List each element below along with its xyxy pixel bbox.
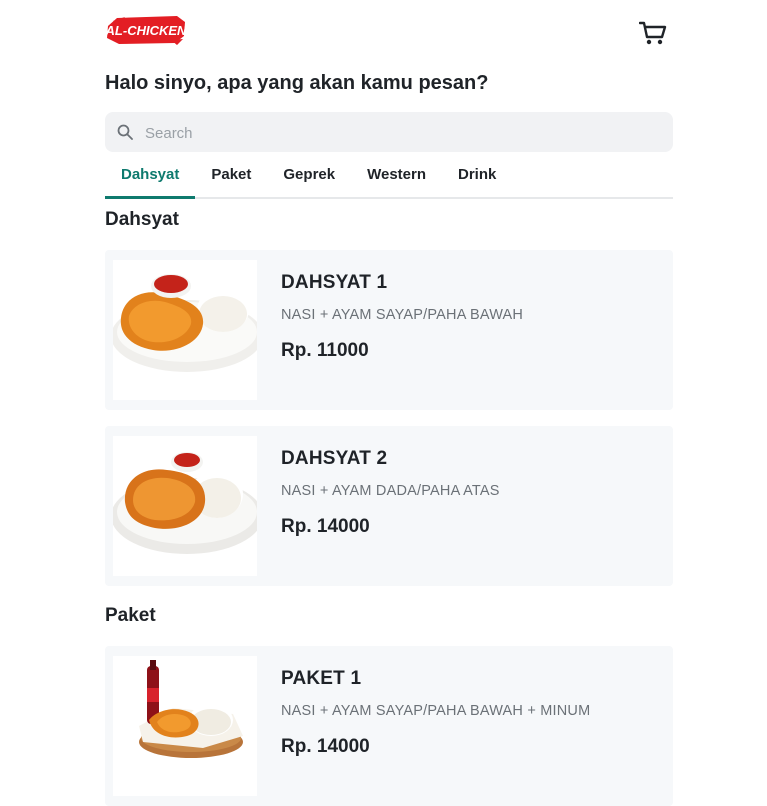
item-price: Rp. 11000 (281, 340, 369, 361)
menu-item-card[interactable]: DAHSYAT 1 NASI + AYAM SAYAP/PAHA BAWAH R… (105, 250, 673, 410)
item-name: DAHSYAT 2 (281, 448, 388, 469)
search-input[interactable] (143, 112, 647, 154)
food-image (113, 260, 257, 400)
tab-geprek[interactable]: Geprek (267, 157, 351, 197)
tab-drink[interactable]: Drink (442, 157, 512, 197)
item-name: DAHSYAT 1 (281, 272, 388, 293)
tab-western[interactable]: Western (351, 157, 442, 197)
menu-item-card[interactable]: PAKET 1 NASI + AYAM SAYAP/PAHA BAWAH + M… (105, 646, 673, 806)
cart-icon[interactable] (638, 19, 667, 47)
food-image (113, 656, 257, 796)
item-name: PAKET 1 (281, 668, 362, 689)
item-description: NASI + AYAM SAYAP/PAHA BAWAH (281, 307, 524, 323)
brand-logo[interactable]: AL-CHICKEN (105, 12, 187, 48)
tab-dahsyat[interactable]: Dahsyat (105, 157, 196, 199)
item-price: Rp. 14000 (281, 736, 370, 757)
food-image (113, 436, 257, 576)
search-bar (105, 112, 673, 154)
page-title: Halo sinyo, apa yang akan kamu pesan? (105, 72, 489, 94)
item-price: Rp. 14000 (281, 516, 370, 537)
category-tabs: Dahsyat Paket Geprek Western Drink (105, 157, 673, 199)
section-title-paket: Paket (105, 605, 156, 626)
item-description: NASI + AYAM DADA/PAHA ATAS (281, 483, 500, 499)
search-icon (117, 124, 133, 140)
menu-item-card[interactable]: DAHSYAT 2 NASI + AYAM DADA/PAHA ATAS Rp.… (105, 426, 673, 586)
section-title-dahsyat: Dahsyat (105, 209, 179, 230)
item-description: NASI + AYAM SAYAP/PAHA BAWAH + MINUM (281, 703, 591, 719)
app-container: AL-CHICKEN Halo sinyo, apa yang akan kam… (105, 0, 673, 806)
header: AL-CHICKEN (105, 0, 673, 62)
tab-paket[interactable]: Paket (195, 157, 267, 197)
logo-text: AL-CHICKEN (105, 23, 187, 38)
